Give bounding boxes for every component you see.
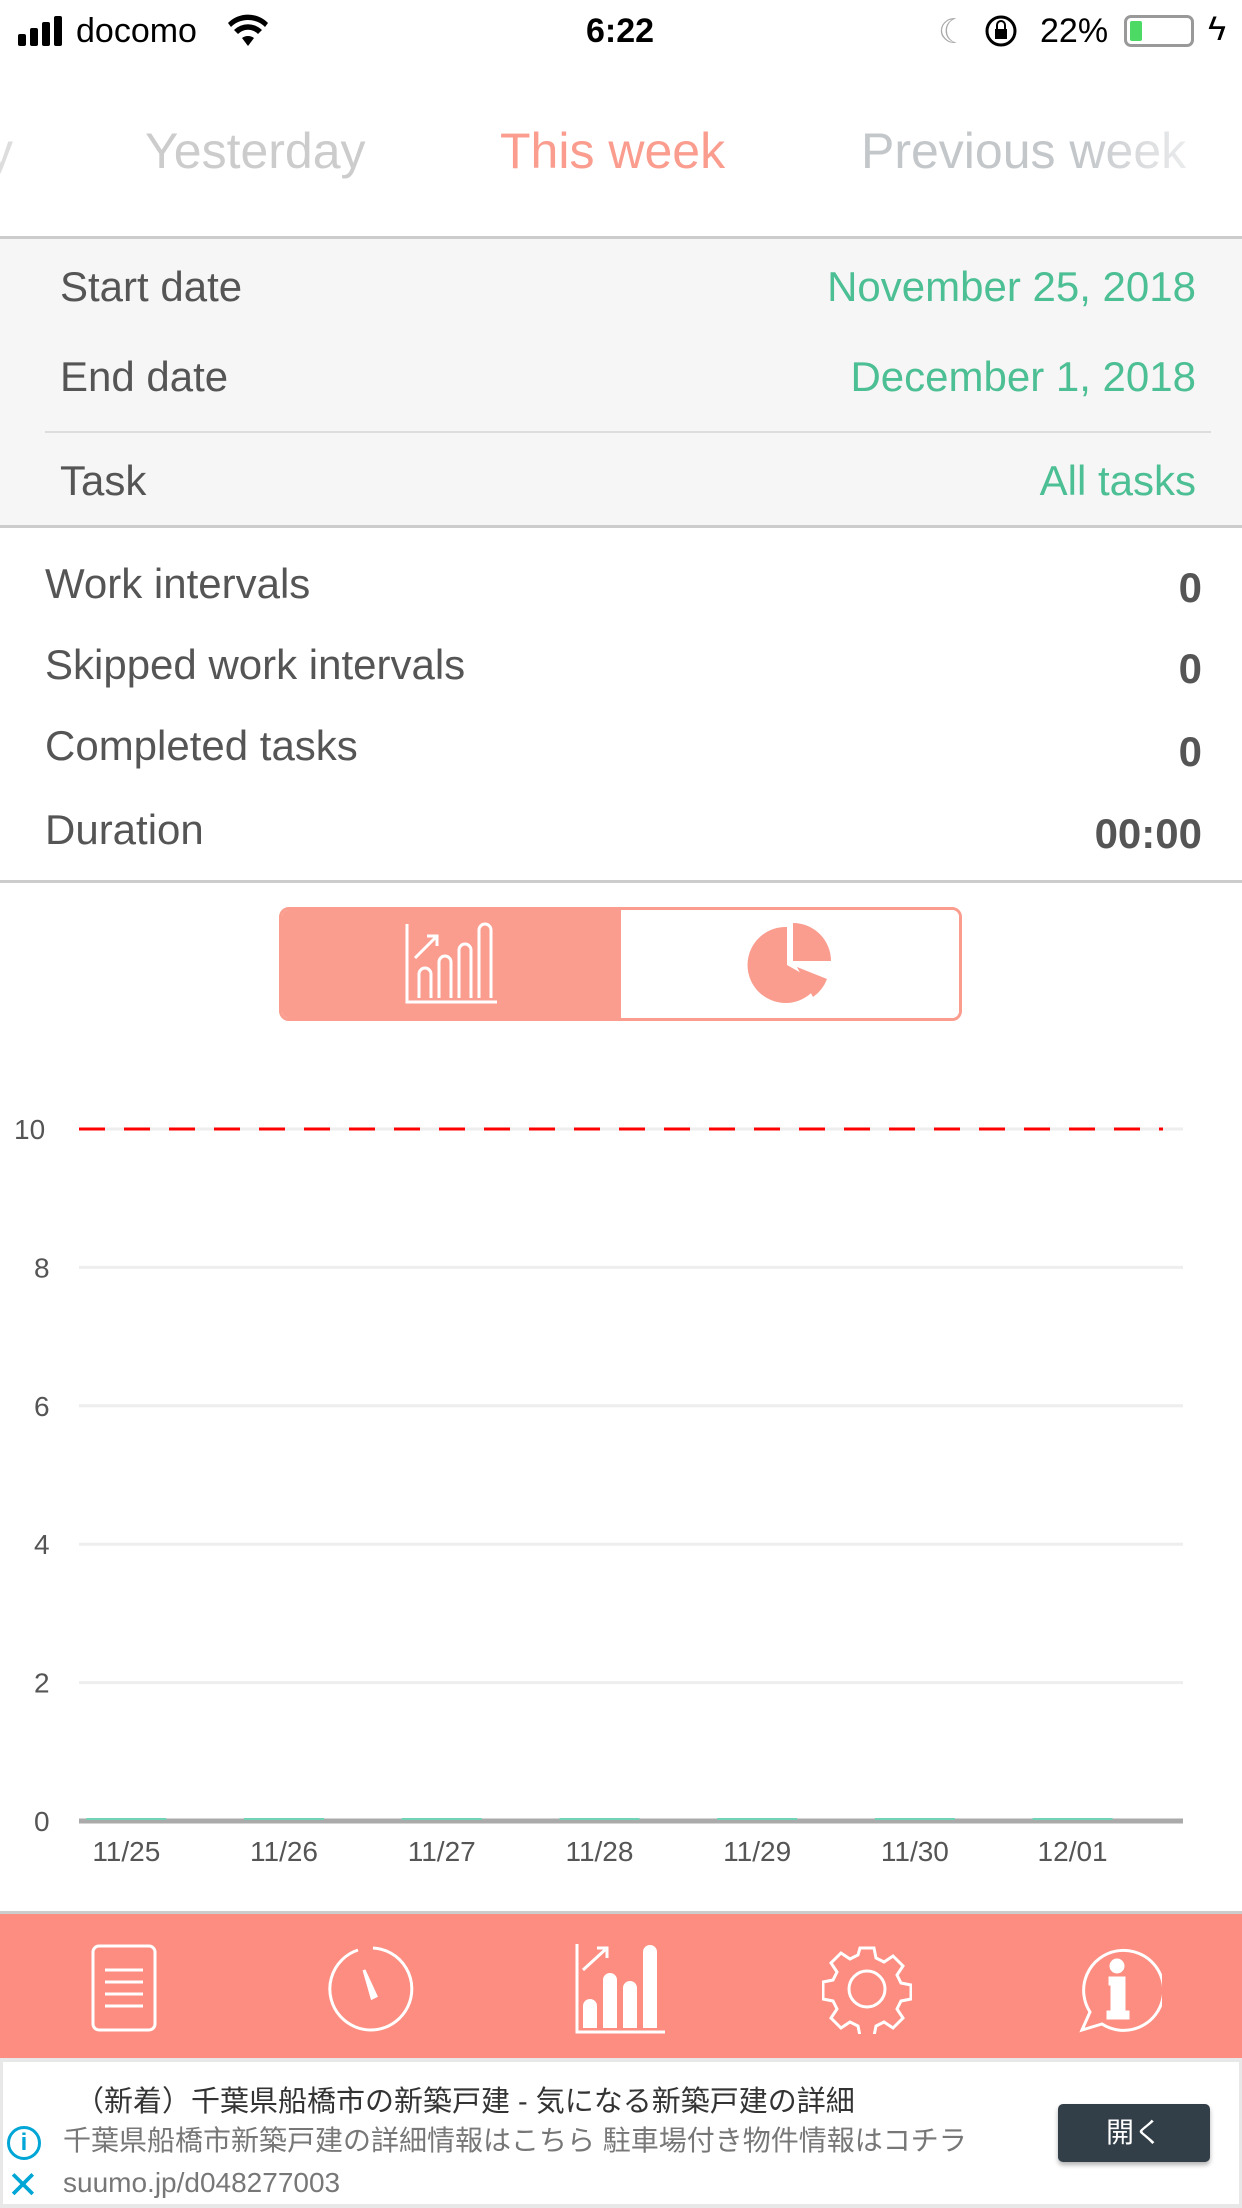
chart-type-toggle bbox=[279, 907, 962, 1021]
x-tick-label: 12/01 bbox=[1038, 1836, 1108, 1867]
bar bbox=[717, 1818, 798, 1820]
period-tabs: y Yesterday This week Previous week bbox=[0, 62, 1242, 238]
start-date-value[interactable]: November 25, 2018 bbox=[827, 263, 1196, 311]
y-tick-label: 0 bbox=[34, 1806, 50, 1837]
ad-banner[interactable]: （新着）千葉県船橋市の新築戸建 - 気になる新築戸建の詳細 i ✕ 千葉県船橋市… bbox=[0, 2058, 1242, 2208]
stat-value: 0 bbox=[1178, 728, 1202, 775]
charging-icon: ϟ bbox=[1208, 10, 1226, 48]
start-date-label: Start date bbox=[60, 263, 243, 310]
stat-label: Work intervals bbox=[45, 560, 311, 607]
pie-chart-icon bbox=[747, 923, 831, 1003]
statistics-icon[interactable] bbox=[575, 1944, 665, 2034]
clock: 6:22 bbox=[586, 12, 655, 50]
stat-value: 00:00 bbox=[1094, 810, 1202, 857]
end-date-row[interactable]: End date December 1, 2018 bbox=[0, 349, 1242, 429]
info-icon[interactable] bbox=[1072, 1944, 1162, 2034]
y-tick-label: 8 bbox=[34, 1252, 50, 1283]
y-tick-label: 2 bbox=[34, 1668, 50, 1699]
wifi-icon bbox=[228, 14, 268, 46]
stat-label: Duration bbox=[45, 806, 204, 853]
filter-panel: Start date November 25, 2018 End date De… bbox=[0, 239, 1242, 526]
x-tick-label: 11/28 bbox=[565, 1836, 633, 1867]
settings-icon[interactable] bbox=[822, 1944, 912, 2034]
bar bbox=[244, 1818, 325, 1820]
divider bbox=[0, 880, 1242, 883]
moon-icon: ☾ bbox=[938, 13, 969, 51]
bar bbox=[1032, 1818, 1113, 1820]
ad-title[interactable]: （新着）千葉県船橋市の新築戸建 - 気になる新築戸建の詳細 bbox=[75, 2078, 855, 2120]
stat-value: 0 bbox=[1178, 564, 1202, 611]
tab-bar bbox=[0, 1911, 1242, 2058]
y-tick-label: 10 bbox=[14, 1114, 45, 1145]
tasks-icon[interactable] bbox=[79, 1944, 169, 2034]
task-label: Task bbox=[60, 457, 147, 504]
divider bbox=[0, 525, 1242, 528]
signal-icon bbox=[18, 16, 62, 46]
stat-label: Completed tasks bbox=[45, 722, 358, 769]
chart: 0 2 4 6 8 10 11/25 11/26 11/27 11/28 11/29 11/30 12/… bbox=[14, 1114, 1183, 1867]
bar bbox=[874, 1818, 955, 1820]
bar bbox=[401, 1818, 482, 1820]
x-tick-label: 11/26 bbox=[250, 1836, 318, 1867]
stat-value: 0 bbox=[1178, 645, 1202, 692]
x-tick-label: 11/27 bbox=[408, 1836, 476, 1867]
bar bbox=[86, 1818, 167, 1820]
bar-chart-button[interactable] bbox=[282, 910, 621, 1018]
rotation-lock-icon bbox=[985, 15, 1017, 47]
start-date-row[interactable]: Start date November 25, 2018 bbox=[0, 259, 1242, 349]
fade-overlay bbox=[1082, 62, 1242, 238]
stat-label: Skipped work intervals bbox=[45, 641, 466, 688]
divider bbox=[45, 431, 1211, 433]
ad-close-icon[interactable]: ✕ bbox=[7, 2166, 39, 2206]
x-tick-label: 11/30 bbox=[881, 1836, 949, 1867]
status-bar: docomo 6:22 ☾ 22% ϟ bbox=[0, 0, 1242, 62]
pie-chart-button[interactable] bbox=[620, 910, 959, 1018]
ad-info-icon[interactable]: i bbox=[7, 2126, 41, 2160]
battery-icon bbox=[1124, 15, 1194, 47]
ad-open-button[interactable]: 開く bbox=[1058, 2104, 1210, 2162]
tab-today[interactable]: y bbox=[0, 122, 13, 180]
end-date-label: End date bbox=[60, 353, 229, 400]
task-value[interactable]: All tasks bbox=[1040, 457, 1196, 505]
x-tick-label: 11/29 bbox=[723, 1836, 791, 1867]
task-row[interactable]: Task All tasks bbox=[0, 439, 1242, 523]
bar-chart-icon bbox=[405, 922, 498, 1004]
timer-icon[interactable] bbox=[328, 1944, 418, 2034]
x-tick-label: 11/25 bbox=[92, 1836, 160, 1867]
carrier: docomo bbox=[76, 12, 197, 50]
ad-body[interactable]: 千葉県船橋市新築戸建の詳細情報はこちら 駐車場付き物件情報はコチラ suumo.… bbox=[63, 2120, 1023, 2204]
tab-yesterday[interactable]: Yesterday bbox=[145, 122, 366, 180]
y-tick-label: 4 bbox=[34, 1529, 50, 1560]
bar bbox=[559, 1818, 640, 1820]
tab-this-week[interactable]: This week bbox=[500, 122, 725, 180]
end-date-value[interactable]: December 1, 2018 bbox=[850, 353, 1196, 401]
y-tick-label: 6 bbox=[34, 1391, 50, 1422]
battery-percent: 22% bbox=[1040, 12, 1109, 50]
